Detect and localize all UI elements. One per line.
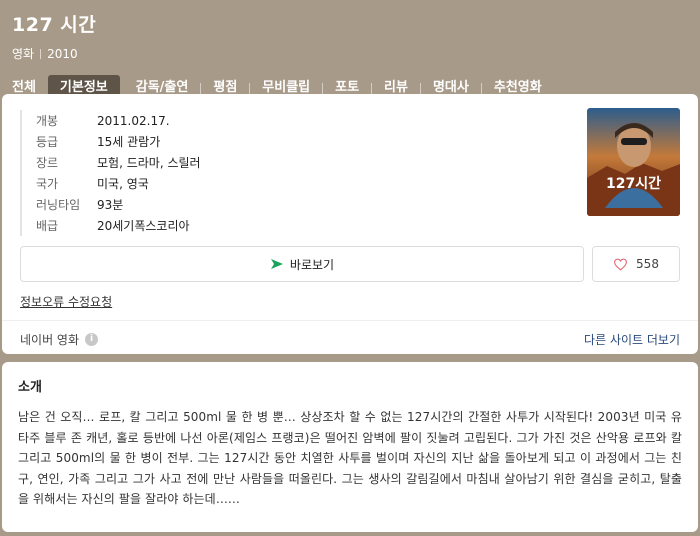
info-value: 15세 관람가	[97, 135, 161, 149]
info-icon[interactable]: i	[85, 332, 99, 346]
source-row: 네이버 영화 i 다른 사이트 더보기	[20, 321, 680, 357]
info-key: 장르	[36, 156, 59, 170]
movie-title: 127 시간	[12, 14, 97, 36]
info-key: 배급	[36, 219, 59, 233]
play-icon	[270, 259, 283, 269]
source-info: 네이버 영화 i	[20, 331, 99, 348]
watch-now-label: 바로보기	[289, 257, 335, 272]
info-value: 미국, 영국	[97, 177, 149, 191]
action-buttons: 바로보기 558	[20, 246, 680, 282]
info-key: 등급	[36, 135, 59, 149]
info-key: 개봉	[36, 114, 59, 128]
basic-info-card: 개봉 2011.02.17. 등급 15세 관람가 장르 모험, 드라마, 스릴…	[2, 94, 698, 354]
meta-divider	[40, 48, 42, 59]
report-error-link[interactable]: 정보오류 수정요청	[20, 293, 112, 310]
info-row-release: 개봉 2011.02.17.	[36, 110, 680, 131]
info-value: 모험, 드라마, 스릴러	[97, 156, 201, 170]
info-row-rating: 등급 15세 관람가	[36, 131, 680, 152]
info-value: 93분	[97, 198, 124, 212]
source-label: 네이버 영화	[20, 332, 80, 347]
info-row-genre: 장르 모험, 드라마, 스릴러	[36, 152, 680, 173]
info-key: 러닝타임	[36, 198, 81, 212]
info-row-distributor: 배급 20세기폭스코리아	[36, 215, 680, 236]
heart-icon	[614, 258, 628, 271]
like-button[interactable]: 558	[592, 246, 680, 282]
info-list: 개봉 2011.02.17. 등급 15세 관람가 장르 모험, 드라마, 스릴…	[20, 110, 680, 236]
movie-category: 영화	[12, 47, 35, 61]
like-count: 558	[636, 257, 659, 271]
info-value: 20세기폭스코리아	[97, 219, 190, 233]
poster-title-text: 127시간	[606, 175, 661, 192]
info-row-country: 국가 미국, 영국	[36, 173, 680, 194]
intro-card: 소개 남은 건 오직… 로프, 칼 그리고 500ml 물 한 병 뿐… 상상조…	[2, 362, 698, 532]
watch-now-button[interactable]: 바로보기	[20, 246, 584, 282]
intro-text: 남은 건 오직… 로프, 칼 그리고 500ml 물 한 병 뿐… 상상조차 할…	[18, 410, 682, 506]
movie-year: 2010	[47, 46, 78, 61]
intro-title: 소개	[18, 380, 42, 395]
info-row-runtime: 러닝타임 93분	[36, 194, 680, 215]
poster-image: 127시간	[587, 108, 680, 216]
info-key: 국가	[36, 177, 59, 191]
info-value: 2011.02.17.	[97, 113, 170, 128]
movie-meta: 영화 2010	[12, 45, 688, 62]
movie-header: 127 시간 영화 2010 전체 기본정보 감독/출연 평점 무비클립 포토 …	[0, 0, 700, 101]
movie-poster[interactable]: 127시간	[587, 108, 680, 216]
more-sites-link[interactable]: 다른 사이트 더보기	[584, 331, 680, 348]
